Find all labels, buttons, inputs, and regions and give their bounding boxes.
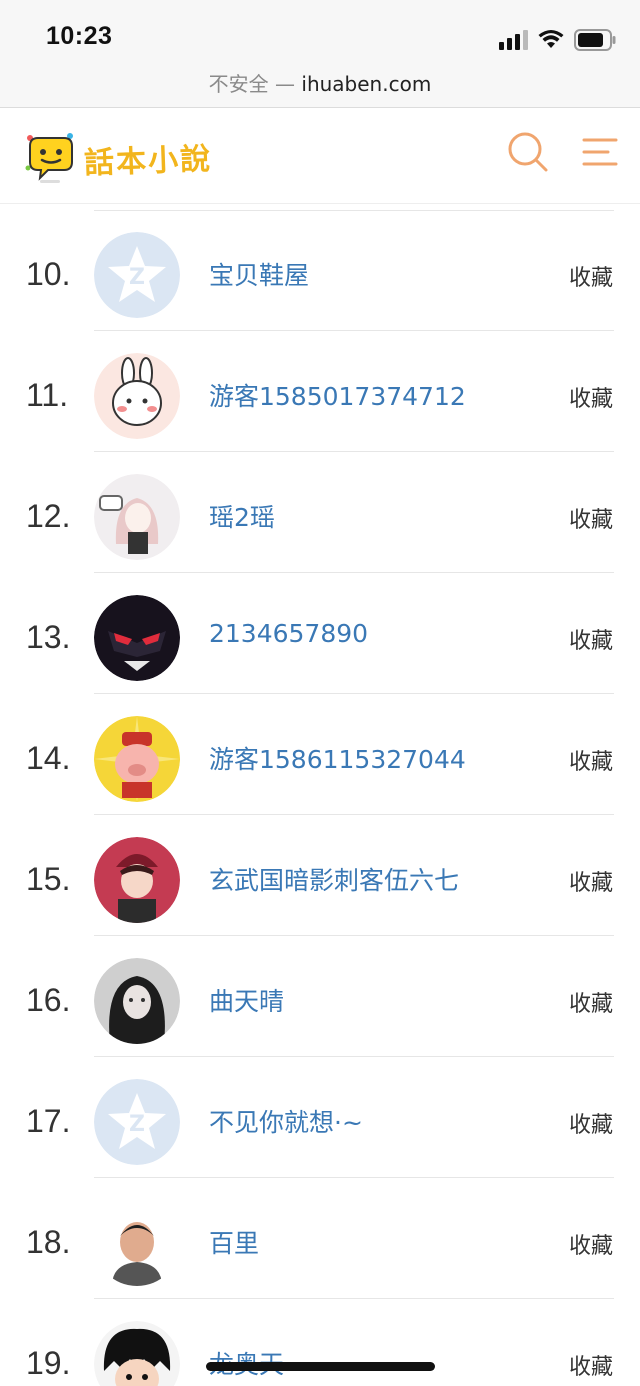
battery-icon <box>574 29 616 51</box>
svg-text:Z: Z <box>129 265 145 290</box>
list-item[interactable]: 15. 玄武国暗影刺客伍六七 收藏 <box>0 815 640 936</box>
rank-number: 17. <box>26 1103 71 1139</box>
list-item[interactable]: 10. Z 宝贝鞋屋 收藏 <box>0 210 640 331</box>
favorite-button[interactable]: 收藏 <box>569 1107 613 1139</box>
member-name[interactable]: 游客1585017374712 <box>209 377 466 413</box>
site-header: 話本小說 <box>0 108 640 204</box>
member-name[interactable]: 游客1586115327044 <box>209 740 466 776</box>
avatar[interactable] <box>94 1321 180 1386</box>
rank-number: 15. <box>26 861 71 897</box>
avatar[interactable] <box>94 837 180 923</box>
list-item[interactable]: 18. 百里 收藏 <box>0 1178 640 1299</box>
system-icons <box>499 26 616 54</box>
list-item[interactable]: 19. 龙奥天 收藏 <box>0 1299 640 1386</box>
logo-text[interactable]: 話本小說 <box>83 134 213 182</box>
logo-icon[interactable] <box>22 128 78 186</box>
list-item[interactable]: 12. 瑶2瑶 收藏 <box>0 452 640 573</box>
favorite-button[interactable]: 收藏 <box>569 865 613 897</box>
list-item[interactable]: 16. 曲天晴 收藏 <box>0 936 640 1057</box>
favorite-button[interactable]: 收藏 <box>569 1349 613 1381</box>
search-icon <box>508 132 548 172</box>
member-name[interactable]: 百里 <box>209 1224 259 1260</box>
rank-number: 11. <box>26 377 69 413</box>
insecure-label: 不安全 <box>208 72 269 96</box>
address-bar[interactable]: 不安全 — ihuaben.com <box>0 68 640 97</box>
list-item[interactable]: 17. Z 不见你就想·~ 收藏 <box>0 1057 640 1178</box>
avatar[interactable] <box>94 353 180 439</box>
member-name[interactable]: 瑶2瑶 <box>209 498 275 534</box>
rank-number: 16. <box>26 982 71 1018</box>
avatar[interactable] <box>94 1200 180 1286</box>
favorite-button[interactable]: 收藏 <box>569 623 613 655</box>
address-domain: ihuaben.com <box>301 72 432 96</box>
avatar[interactable] <box>94 474 180 560</box>
avatar[interactable] <box>94 595 180 681</box>
favorite-button[interactable]: 收藏 <box>569 502 613 534</box>
favorite-button[interactable]: 收藏 <box>569 381 613 413</box>
avatar[interactable] <box>94 716 180 802</box>
browser-chrome: 10:23 不安全 — ihuaben.com <box>0 0 640 108</box>
cellular-signal-icon <box>499 30 528 50</box>
wifi-icon <box>538 30 564 50</box>
home-indicator[interactable] <box>206 1362 435 1371</box>
list-item[interactable]: 11. 游客1585017374712 收藏 <box>0 331 640 452</box>
menu-button[interactable] <box>582 134 618 170</box>
list-item[interactable]: 14. 游客1586115327044 收藏 <box>0 694 640 815</box>
rank-number: 18. <box>26 1224 71 1260</box>
hamburger-icon <box>582 138 618 166</box>
status-time: 10:23 <box>46 22 113 50</box>
favorite-button[interactable]: 收藏 <box>569 744 613 776</box>
avatar[interactable] <box>94 958 180 1044</box>
list-item[interactable]: 13. 2134657890 收藏 <box>0 573 640 694</box>
avatar[interactable]: Z <box>94 232 180 318</box>
member-name[interactable]: 2134657890 <box>209 619 368 648</box>
rank-number: 14. <box>26 740 71 776</box>
rank-number: 13. <box>26 619 71 655</box>
rank-number: 19. <box>26 1345 71 1381</box>
member-name[interactable]: 曲天晴 <box>209 982 284 1018</box>
rank-number: 10. <box>26 256 71 292</box>
favorite-button[interactable]: 收藏 <box>569 1228 613 1260</box>
favorite-button[interactable]: 收藏 <box>569 260 613 292</box>
avatar[interactable]: Z <box>94 1079 180 1165</box>
member-name[interactable]: 玄武国暗影刺客伍六七 <box>209 861 459 897</box>
svg-text:Z: Z <box>129 1112 145 1137</box>
rank-number: 12. <box>26 498 71 534</box>
member-name[interactable]: 不见你就想·~ <box>209 1103 363 1139</box>
favorite-button[interactable]: 收藏 <box>569 986 613 1018</box>
search-button[interactable] <box>506 130 550 174</box>
member-name[interactable]: 宝贝鞋屋 <box>209 256 309 292</box>
address-separator: — <box>275 72 296 96</box>
